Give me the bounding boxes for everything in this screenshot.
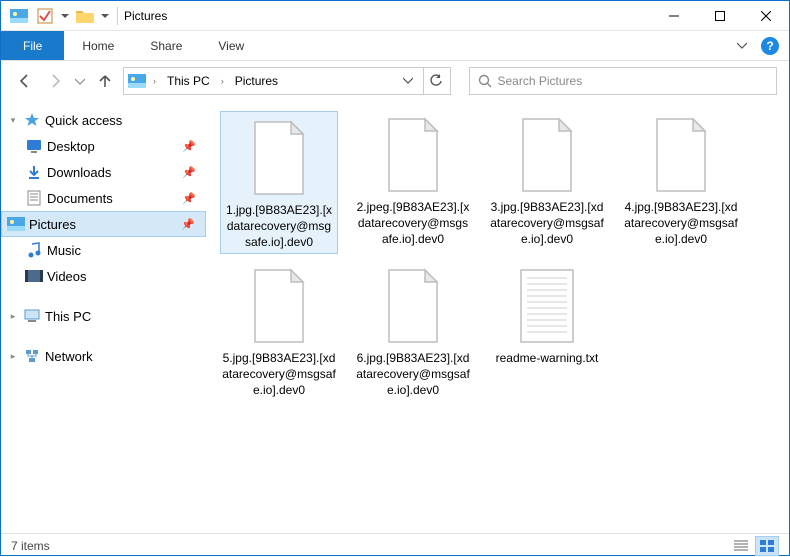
qat-checkbox-icon[interactable] bbox=[33, 5, 57, 27]
recent-locations-button[interactable] bbox=[73, 69, 87, 93]
text-file-icon bbox=[511, 262, 583, 350]
sidebar-item-label: Music bbox=[47, 243, 81, 258]
sidebar-item-music[interactable]: Music bbox=[1, 237, 206, 263]
file-item[interactable]: 5.jpg.[9B83AE23].[xdatarecovery@msgsafe.… bbox=[220, 262, 338, 399]
sidebar-item-label: Videos bbox=[47, 269, 87, 284]
quick-access-toolbar bbox=[1, 5, 111, 27]
generic-file-icon bbox=[645, 111, 717, 199]
videos-icon bbox=[25, 267, 43, 285]
download-icon bbox=[25, 163, 43, 181]
maximize-button[interactable] bbox=[697, 1, 743, 31]
crumb-this-pc[interactable]: This PC bbox=[163, 74, 214, 88]
view-details-button[interactable] bbox=[729, 536, 753, 556]
pin-icon: 📌 bbox=[182, 192, 196, 205]
file-label: 4.jpg.[9B83AE23].[xdatarecovery@msgsafe.… bbox=[622, 199, 740, 248]
sidebar-this-pc[interactable]: ▸ This PC bbox=[1, 303, 206, 329]
search-placeholder: Search Pictures bbox=[498, 74, 583, 88]
window-title: Pictures bbox=[124, 9, 167, 23]
search-icon bbox=[478, 74, 492, 88]
item-count: 7 items bbox=[11, 539, 50, 553]
generic-file-icon bbox=[511, 111, 583, 199]
sidebar-item-label: Downloads bbox=[47, 165, 111, 180]
window-controls bbox=[651, 1, 789, 31]
separator bbox=[117, 7, 118, 25]
navigation-pane: ▾ Quick access Desktop 📌 Downloads 📌 Doc… bbox=[1, 101, 206, 533]
file-item[interactable]: 3.jpg.[9B83AE23].[xdatarecovery@msgsafe.… bbox=[488, 111, 606, 254]
folder-icon[interactable] bbox=[73, 5, 97, 27]
app-icon[interactable] bbox=[7, 5, 31, 27]
main-area: ▾ Quick access Desktop 📌 Downloads 📌 Doc… bbox=[1, 101, 789, 533]
pin-icon: 📌 bbox=[182, 140, 196, 153]
file-item[interactable]: 6.jpg.[9B83AE23].[xdatarecovery@msgsafe.… bbox=[354, 262, 472, 399]
tab-share[interactable]: Share bbox=[132, 31, 200, 60]
chevron-right-icon[interactable]: › bbox=[218, 76, 227, 86]
qat-dropdown2-icon[interactable] bbox=[99, 5, 111, 27]
sidebar-network[interactable]: ▸ Network bbox=[1, 343, 206, 369]
music-icon bbox=[25, 241, 43, 259]
documents-icon bbox=[25, 189, 43, 207]
computer-icon bbox=[23, 307, 41, 325]
view-large-icons-button[interactable] bbox=[755, 536, 779, 556]
file-tab[interactable]: File bbox=[1, 31, 64, 60]
file-label: readme-warning.txt bbox=[494, 350, 601, 366]
sidebar-quick-access[interactable]: ▾ Quick access bbox=[1, 107, 206, 133]
chevron-right-icon[interactable]: › bbox=[150, 76, 159, 86]
ribbon: File Home Share View ? bbox=[1, 31, 789, 61]
file-label: 3.jpg.[9B83AE23].[xdatarecovery@msgsafe.… bbox=[488, 199, 606, 248]
generic-file-icon bbox=[377, 111, 449, 199]
star-icon bbox=[23, 111, 41, 129]
file-item[interactable]: readme-warning.txt bbox=[488, 262, 606, 399]
file-pane[interactable]: 1.jpg.[9B83AE23].[xdatarecovery@msgsafe.… bbox=[206, 101, 789, 533]
sidebar-item-pictures[interactable]: Pictures 📌 bbox=[1, 211, 206, 237]
sidebar-item-label: Network bbox=[45, 349, 93, 364]
network-icon bbox=[23, 347, 41, 365]
help-icon[interactable]: ? bbox=[761, 37, 779, 55]
ribbon-expand-icon[interactable] bbox=[737, 37, 747, 55]
file-label: 6.jpg.[9B83AE23].[xdatarecovery@msgsafe.… bbox=[354, 350, 472, 399]
sidebar-item-label: This PC bbox=[45, 309, 91, 324]
close-button[interactable] bbox=[743, 1, 789, 31]
file-item[interactable]: 2.jpeg.[9B83AE23].[xdatarecovery@msgsafe… bbox=[354, 111, 472, 254]
up-button[interactable] bbox=[93, 69, 117, 93]
sidebar-item-label: Documents bbox=[47, 191, 113, 206]
address-bar: › This PC › Pictures Search Pictures bbox=[1, 61, 789, 101]
file-label: 1.jpg.[9B83AE23].[xdatarecovery@msgsafe.… bbox=[223, 202, 335, 251]
chevron-down-icon[interactable]: ▾ bbox=[7, 115, 19, 126]
crumb-pictures[interactable]: Pictures bbox=[231, 74, 282, 88]
back-button[interactable] bbox=[13, 69, 37, 93]
desktop-icon bbox=[25, 137, 43, 155]
pictures-mini-icon bbox=[128, 74, 146, 88]
sidebar-item-label: Quick access bbox=[45, 113, 122, 128]
sidebar-item-desktop[interactable]: Desktop 📌 bbox=[1, 133, 206, 159]
tab-view[interactable]: View bbox=[200, 31, 262, 60]
pin-icon: 📌 bbox=[182, 166, 196, 179]
sidebar-item-downloads[interactable]: Downloads 📌 bbox=[1, 159, 206, 185]
chevron-right-icon[interactable]: ▸ bbox=[7, 311, 19, 322]
pin-icon: 📌 bbox=[181, 218, 195, 231]
generic-file-icon bbox=[243, 114, 315, 202]
generic-file-icon bbox=[377, 262, 449, 350]
status-bar: 7 items bbox=[1, 533, 789, 557]
breadcrumb[interactable]: › This PC › Pictures bbox=[123, 67, 424, 95]
forward-button[interactable] bbox=[43, 69, 67, 93]
file-label: 2.jpeg.[9B83AE23].[xdatarecovery@msgsafe… bbox=[354, 199, 472, 248]
chevron-right-icon[interactable]: ▸ bbox=[7, 351, 19, 362]
file-item[interactable]: 4.jpg.[9B83AE23].[xdatarecovery@msgsafe.… bbox=[622, 111, 740, 254]
refresh-button[interactable] bbox=[423, 67, 451, 95]
tab-home[interactable]: Home bbox=[64, 31, 132, 60]
breadcrumb-dropdown-icon[interactable] bbox=[397, 74, 419, 88]
search-input[interactable]: Search Pictures bbox=[469, 67, 778, 95]
sidebar-item-label: Desktop bbox=[47, 139, 95, 154]
file-item[interactable]: 1.jpg.[9B83AE23].[xdatarecovery@msgsafe.… bbox=[220, 111, 338, 254]
generic-file-icon bbox=[243, 262, 315, 350]
qat-dropdown-icon[interactable] bbox=[59, 5, 71, 27]
sidebar-item-videos[interactable]: Videos bbox=[1, 263, 206, 289]
minimize-button[interactable] bbox=[651, 1, 697, 31]
sidebar-item-documents[interactable]: Documents 📌 bbox=[1, 185, 206, 211]
file-label: 5.jpg.[9B83AE23].[xdatarecovery@msgsafe.… bbox=[220, 350, 338, 399]
sidebar-item-label: Pictures bbox=[29, 217, 76, 232]
titlebar: Pictures bbox=[1, 1, 789, 31]
pictures-icon bbox=[7, 215, 25, 233]
